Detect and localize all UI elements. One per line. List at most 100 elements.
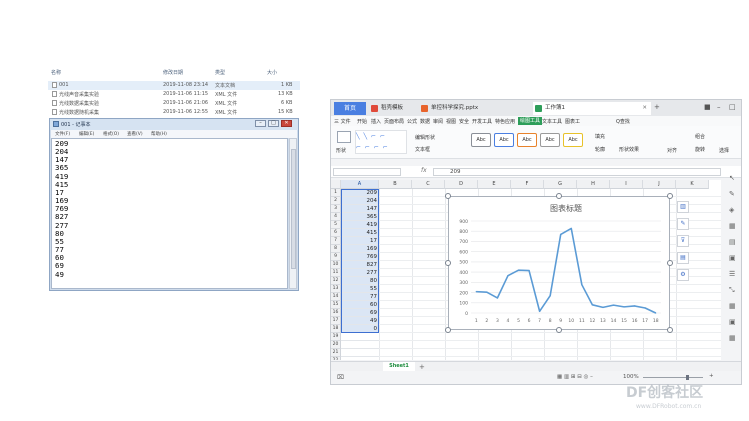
select-button[interactable]: 选择 xyxy=(719,147,729,154)
zoom-slider-thumb[interactable] xyxy=(686,375,689,380)
cursor-icon[interactable]: ↖ xyxy=(729,174,735,182)
group-button[interactable]: 组合 xyxy=(695,133,705,140)
transform-icon[interactable]: ⤡ xyxy=(729,286,735,295)
resize-handle[interactable] xyxy=(667,193,673,199)
menu-view[interactable]: 查看(V) xyxy=(127,131,143,137)
file-row[interactable]: 光线数据采集实验 2019-11-06 21:06 XML 文件 6 KB xyxy=(48,99,300,108)
resize-handle[interactable] xyxy=(667,327,673,333)
row-header[interactable]: 14 xyxy=(331,293,341,301)
resize-handle[interactable] xyxy=(556,193,562,199)
row-header[interactable]: 5 xyxy=(331,221,341,229)
formula-input[interactable]: 209 xyxy=(433,168,721,176)
account-icon[interactable]: ■ xyxy=(704,103,711,111)
row-header[interactable]: 3 xyxy=(331,205,341,213)
file-row[interactable]: 光线声音采集实验 2019-11-06 11:15 XML 文件 13 KB xyxy=(48,90,300,99)
resize-handle[interactable] xyxy=(445,260,451,266)
row-header[interactable]: 13 xyxy=(331,285,341,293)
row-header[interactable]: 11 xyxy=(331,269,341,277)
fx-icon[interactable]: fx xyxy=(421,167,427,174)
layout-icon[interactable]: ▣ xyxy=(729,318,736,326)
shape-icon[interactable] xyxy=(337,131,351,143)
minimize-button[interactable]: – xyxy=(255,120,266,127)
minimize-icon[interactable]: – xyxy=(717,103,721,111)
edit-icon[interactable]: ✎ xyxy=(729,190,735,198)
column-header[interactable]: G xyxy=(544,180,577,189)
image-icon[interactable]: ▣ xyxy=(729,254,736,262)
menu-special[interactable]: 特色应用 xyxy=(495,118,515,125)
zoom-slider[interactable] xyxy=(643,377,703,378)
restore-icon[interactable]: □ xyxy=(729,103,736,111)
file-row[interactable]: 光线数据随机采集 2019-11-06 12:55 XML 文件 15 KB xyxy=(48,108,300,117)
edit-shape-button[interactable]: 编辑形状 xyxy=(415,134,435,141)
row-header[interactable]: 19 xyxy=(331,333,341,341)
chart-elements-icon[interactable]: ▥ xyxy=(677,201,689,213)
style-preset-5[interactable]: Abc xyxy=(563,133,583,147)
menu-drawing-tools[interactable]: 绘图工具 xyxy=(518,117,543,125)
row-header[interactable]: 12 xyxy=(331,277,341,285)
sheet-tab[interactable]: Sheet1 xyxy=(383,362,415,371)
menu-formula[interactable]: 公式 xyxy=(407,118,417,125)
shape-label[interactable]: 形状 xyxy=(336,147,346,154)
column-header[interactable]: E xyxy=(478,180,511,189)
column-header[interactable]: K xyxy=(676,180,709,189)
row-header[interactable]: 22 xyxy=(331,357,341,360)
select-all-corner[interactable] xyxy=(331,180,341,189)
table-icon[interactable]: ▦ xyxy=(729,222,736,230)
chart-settings-icon[interactable]: ⚙ xyxy=(677,269,689,281)
cell-a[interactable] xyxy=(341,333,379,341)
home-tab[interactable]: 首页 xyxy=(334,102,366,115)
doc-tab-active[interactable]: 工作簿1 ✕ xyxy=(533,102,651,115)
menu-review[interactable]: 审阅 xyxy=(433,118,443,125)
style-preset-4[interactable]: Abc xyxy=(540,133,560,147)
row-header[interactable]: 6 xyxy=(331,229,341,237)
style-preset-3[interactable]: Abc xyxy=(517,133,537,147)
col-type-header[interactable]: 类型 xyxy=(215,69,225,76)
column-header[interactable]: B xyxy=(379,180,412,189)
row-header[interactable]: 8 xyxy=(331,245,341,253)
chart-filter-icon[interactable]: ⊽ xyxy=(677,235,689,247)
text-icon[interactable]: ☰ xyxy=(729,270,735,278)
cell-a[interactable] xyxy=(341,341,379,349)
column-header[interactable]: J xyxy=(643,180,676,189)
menu-edit[interactable]: 编辑(E) xyxy=(79,131,94,137)
menu-start[interactable]: 开始 xyxy=(357,118,367,125)
row-header[interactable]: 16 xyxy=(331,309,341,317)
grid-icon[interactable]: ▦ xyxy=(729,334,736,342)
new-tab-icon[interactable]: + xyxy=(654,103,660,111)
notepad-text-area[interactable]: 209 204 147 365 419 415 17 169 769 827 277 80 55 77 60… xyxy=(51,138,288,289)
column-header[interactable]: F xyxy=(511,180,544,189)
column-header[interactable]: A xyxy=(341,180,379,189)
row-header[interactable]: 21 xyxy=(331,349,341,357)
menu-layout[interactable]: 页面布局 xyxy=(384,118,404,125)
menu-data[interactable]: 数据 xyxy=(420,118,430,125)
menu-view[interactable]: 视图 xyxy=(446,118,456,125)
row-header[interactable]: 2 xyxy=(331,197,341,205)
outline-button[interactable]: 轮廓 xyxy=(595,146,605,153)
row-header[interactable]: 4 xyxy=(331,213,341,221)
textbox-button[interactable]: 文本框 xyxy=(415,146,430,153)
column-header[interactable]: D xyxy=(445,180,478,189)
chart-style-icon[interactable]: ✎ xyxy=(677,218,689,230)
shape-icon[interactable]: ◈ xyxy=(729,206,734,214)
menu-format[interactable]: 格式(O) xyxy=(103,131,119,137)
menu-file[interactable]: 三 文件 xyxy=(334,118,351,125)
resize-handle[interactable] xyxy=(667,260,673,266)
row-header[interactable]: 10 xyxy=(331,261,341,269)
view-mode-icons[interactable]: ▦ ▥ ⊞ ⊟ ◎ – xyxy=(557,374,593,380)
shape-effect-button[interactable]: 形状效果 xyxy=(619,146,639,153)
line-chart[interactable]: 图表标题 0 100 200 300 400 500 600 700 800 900 1 2 3 4 5 6 7 8… xyxy=(448,196,670,330)
doc-tab[interactable]: 单控科学探究.pptx xyxy=(419,102,529,115)
file-row[interactable]: 001 2019-11-08 23:14 文本文档 1 KB xyxy=(48,81,300,90)
chart-type-icon[interactable]: ▤ xyxy=(677,252,689,264)
row-header[interactable]: 1 xyxy=(331,189,341,197)
col-name-header[interactable]: 名称 xyxy=(51,69,61,76)
resize-handle[interactable] xyxy=(556,327,562,333)
menu-chart-tools[interactable]: 图表工 xyxy=(565,118,580,125)
maximize-button[interactable]: □ xyxy=(268,120,279,127)
menu-text-tools[interactable]: 文本工具 xyxy=(542,118,562,125)
close-tab-icon[interactable]: ✕ xyxy=(642,102,647,115)
row-header[interactable]: 15 xyxy=(331,301,341,309)
menu-security[interactable]: 安全 xyxy=(459,118,469,125)
scroll-thumb[interactable] xyxy=(291,149,296,269)
col-size-header[interactable]: 大小 xyxy=(267,69,277,76)
